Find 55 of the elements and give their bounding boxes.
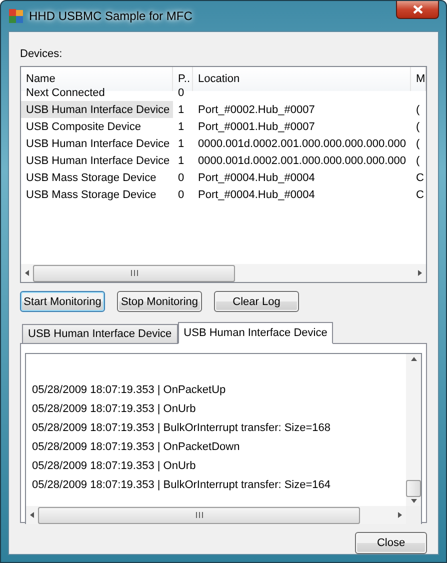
close-button[interactable]: Close — [355, 532, 427, 554]
table-cell[interactable]: Port_#0001.Hub_#0007 — [193, 118, 411, 135]
device-tab[interactable]: USB Human Interface Device — [178, 322, 334, 344]
table-cell[interactable]: ( — [411, 118, 426, 135]
column-header[interactable]: Location — [193, 67, 411, 91]
table-cell[interactable]: 0 — [173, 186, 193, 203]
table-cell[interactable]: 1 — [173, 118, 193, 135]
table-cell[interactable]: USB Human Interface Device — [21, 101, 173, 118]
scroll-down-icon[interactable] — [410, 499, 416, 503]
horizontal-scrollbar[interactable] — [21, 264, 426, 282]
table-cell[interactable]: 1 — [173, 101, 193, 118]
monitor-button[interactable]: Clear Log — [214, 291, 299, 312]
scroll-left-icon[interactable] — [25, 270, 29, 276]
app-icon — [8, 8, 24, 24]
close-window-button[interactable] — [396, 1, 439, 19]
table-cell[interactable]: 1 — [173, 152, 193, 169]
device-tab[interactable]: USB Human Interface Device — [22, 324, 178, 343]
log-line: 05/28/2009 18:07:19.353 | OnPacketDown — [31, 440, 241, 455]
log-line: 05/28/2009 18:07:19.353 | OnUrb — [31, 402, 197, 417]
horizontal-scrollbar[interactable] — [26, 506, 406, 524]
scroll-right-icon[interactable] — [418, 270, 422, 276]
table-cell[interactable]: Port_#0004.Hub_#0004 — [193, 186, 411, 203]
log-line: 05/28/2009 18:07:19.353 | BulkOrInterrupt transfer: Size=164 — [31, 478, 332, 493]
window-title: HHD USBMC Sample for MFC — [29, 9, 192, 23]
scroll-thumb[interactable] — [406, 480, 421, 497]
close-icon — [412, 5, 422, 14]
log-line: 05/28/2009 18:07:19.353 | BulkOrInterrupt transfer: Size=168 — [31, 421, 332, 436]
table-cell[interactable]: ( — [411, 135, 426, 152]
table-cell[interactable]: 0000.001d.0002.001.000.000.000.000.000 — [193, 152, 411, 169]
table-cell[interactable]: USB Human Interface Device — [21, 135, 173, 152]
table-cell[interactable]: ( — [411, 152, 426, 169]
scroll-up-icon[interactable] — [410, 357, 416, 361]
grip-icon — [130, 270, 138, 276]
table-cell[interactable]: C — [411, 169, 426, 186]
table-cell[interactable]: Port_#0004.Hub_#0004 — [193, 169, 411, 186]
table-cell[interactable]: USB Human Interface Device — [21, 152, 173, 169]
table-cell[interactable]: 1 — [173, 135, 193, 152]
scroll-left-icon[interactable] — [30, 512, 34, 518]
vertical-scrollbar[interactable] — [406, 354, 421, 506]
table-cell[interactable]: ( — [411, 101, 426, 118]
table-cell[interactable]: C — [411, 186, 426, 203]
table-cell[interactable]: 0000.001d.0002.001.000.000.000.000.000 — [193, 135, 411, 152]
log-line: 05/28/2009 18:07:19.353 | OnPacketUp — [31, 383, 227, 398]
devices-label: Devices: — [20, 47, 64, 62]
column-header[interactable]: M — [411, 67, 426, 91]
table-cell[interactable]: USB Mass Storage Device — [21, 169, 173, 186]
table-cell[interactable]: USB Mass Storage Device — [21, 186, 173, 203]
table-cell[interactable]: 0 — [173, 169, 193, 186]
table-cell[interactable]: USB Composite Device — [21, 118, 173, 135]
table-cell[interactable]: Port_#0002.Hub_#0007 — [193, 101, 411, 118]
monitor-button[interactable]: Start Monitoring — [20, 291, 105, 312]
log-line: 05/28/2009 18:07:19.353 | OnUrb — [31, 459, 197, 474]
monitor-button[interactable]: Stop Monitoring — [117, 291, 202, 312]
scroll-right-icon[interactable] — [398, 512, 402, 518]
grip-icon — [196, 512, 202, 518]
